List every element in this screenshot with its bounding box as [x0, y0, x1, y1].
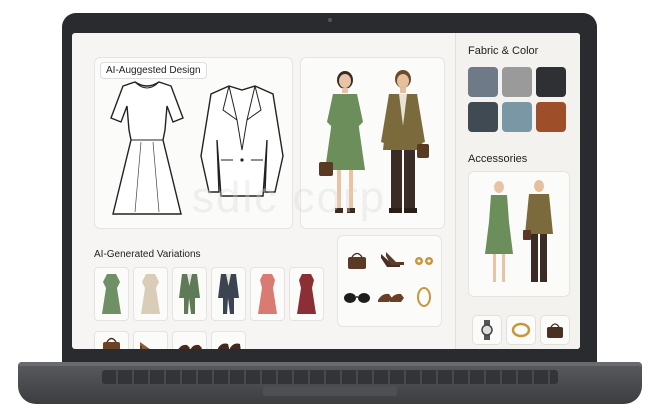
laptop-scene: AI-Auggested Design AI-Generated Variati…	[0, 0, 664, 415]
laptop-hinge	[18, 362, 642, 366]
earrings-icon[interactable]	[412, 248, 436, 272]
loafers-icon[interactable]	[376, 286, 406, 308]
swatch-dark-slate[interactable]	[468, 102, 498, 132]
dress-sketch-icon	[110, 81, 184, 215]
swatch-charcoal[interactable]	[536, 67, 566, 97]
handbag-small-icon	[547, 323, 563, 338]
handbag-icon-button[interactable]	[540, 315, 570, 345]
item-mules[interactable]	[211, 331, 246, 349]
variation-beige-dress[interactable]	[133, 267, 168, 321]
bracelet-icon-button[interactable]	[506, 315, 536, 345]
swatch-slate-blue[interactable]	[468, 67, 498, 97]
item-heels[interactable]	[133, 331, 168, 349]
fabric-color-title: Fabric & Color	[468, 45, 539, 57]
swatch-steel-blue[interactable]	[502, 102, 532, 132]
trackpad	[263, 386, 397, 396]
accessories-title: Accessories	[468, 153, 528, 165]
accessories-grid	[337, 235, 442, 327]
variation-navy-suit[interactable]	[211, 267, 246, 321]
watermark: sdlc corp	[192, 173, 387, 222]
laptop-base	[18, 362, 642, 404]
app-screen: AI-Auggested Design AI-Generated Variati…	[72, 33, 580, 349]
bracelet-small-icon	[511, 322, 531, 338]
camera	[328, 18, 332, 22]
variation-green-dress[interactable]	[94, 267, 129, 321]
laptop-lid: AI-Auggested Design AI-Generated Variati…	[62, 13, 597, 368]
swatch-gray[interactable]	[502, 67, 532, 97]
item-handbag[interactable]	[94, 331, 129, 349]
handbag-icon[interactable]	[344, 248, 370, 272]
watch-icon	[481, 320, 493, 340]
swatch-rust[interactable]	[536, 102, 566, 132]
variation-green-suit[interactable]	[172, 267, 207, 321]
item-loafers[interactable]	[172, 331, 207, 349]
bracelet-icon[interactable]	[414, 282, 434, 312]
watch-icon-button[interactable]	[472, 315, 502, 345]
variation-coral-dress[interactable]	[250, 267, 285, 321]
accessory-model-preview[interactable]	[468, 171, 570, 297]
variation-burgundy-dress[interactable]	[289, 267, 324, 321]
accessory-models-icon	[485, 180, 553, 282]
variations-title: AI-Generated Variations	[94, 249, 201, 260]
keyboard	[102, 370, 558, 384]
sidebar: Fabric & Color Accessories	[455, 33, 580, 349]
heels-icon[interactable]	[378, 248, 406, 272]
sunglasses-icon[interactable]	[342, 288, 372, 308]
suggested-design-title: AI-Auggested Design	[100, 62, 207, 79]
